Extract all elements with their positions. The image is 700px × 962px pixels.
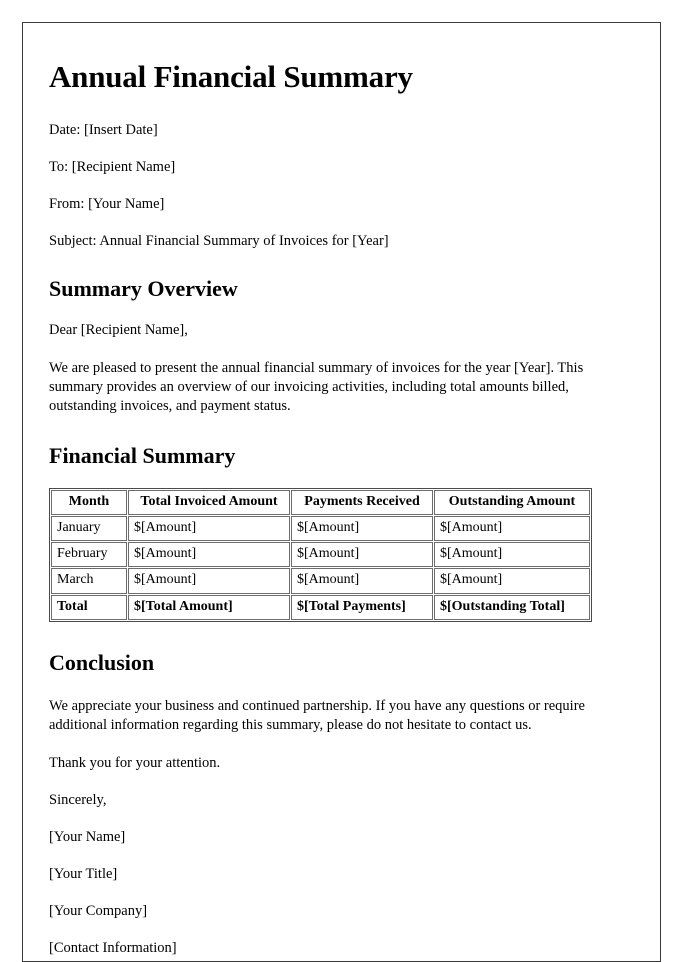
cell-month: January [51,516,127,542]
cell-total-outstanding: $[Outstanding Total] [434,594,590,620]
summary-overview-paragraph: We are pleased to present the annual fin… [49,359,584,415]
cell-month: February [51,542,127,568]
table-row: January $[Amount] $[Amount] $[Amount] [51,516,590,542]
signature-name: [Your Name] [49,829,126,846]
table-body: January $[Amount] $[Amount] $[Amount] Fe… [51,516,590,620]
column-header-outstanding: Outstanding Amount [434,489,590,516]
cell-payments: $[Amount] [291,542,433,568]
meta-subject: Subject: Annual Financial Summary of Inv… [49,233,389,250]
table-row: February $[Amount] $[Amount] $[Amount] [51,542,590,568]
heading-financial-summary: Financial Summary [49,442,236,468]
cell-month: March [51,568,127,594]
cell-outstanding: $[Amount] [434,516,590,542]
cell-invoiced: $[Amount] [128,516,290,542]
table-header: Month Total Invoiced Amount Payments Rec… [51,489,590,516]
heading-summary-overview: Summary Overview [49,276,238,302]
signature-title: [Your Title] [49,866,118,883]
financial-table-container: Month Total Invoiced Amount Payments Rec… [49,487,634,622]
column-header-month: Month [51,489,127,516]
column-header-total-invoiced: Total Invoiced Amount [128,489,290,516]
cell-payments: $[Amount] [291,568,433,594]
meta-date: Date: [Insert Date] [49,121,158,138]
table-total-row: Total $[Total Amount] $[Total Payments] … [51,594,590,620]
cell-outstanding: $[Amount] [434,568,590,594]
signature-contact: [Contact Information] [49,940,177,957]
cell-total-label: Total [51,594,127,620]
table-row: March $[Amount] $[Amount] $[Amount] [51,568,590,594]
meta-to: To: [Recipient Name] [49,158,176,175]
thank-you-line: Thank you for your attention. [49,754,221,771]
meta-from: From: [Your Name] [49,195,165,212]
cell-total-payments: $[Total Payments] [291,594,433,620]
cell-outstanding: $[Amount] [434,542,590,568]
cell-invoiced: $[Amount] [128,542,290,568]
conclusion-paragraph: We appreciate your business and continue… [49,698,585,734]
financial-summary-table: Month Total Invoiced Amount Payments Rec… [49,487,592,622]
cell-total-invoiced: $[Total Amount] [128,594,290,620]
document-page: Annual Financial Summary Date: [Insert D… [22,22,661,962]
cell-payments: $[Amount] [291,516,433,542]
signature-company: [Your Company] [49,903,148,920]
cell-invoiced: $[Amount] [128,568,290,594]
column-header-payments-received: Payments Received [291,489,433,516]
page-title: Annual Financial Summary [49,59,413,94]
signature-sincerely: Sincerely, [49,791,107,808]
salutation: Dear [Recipient Name], [49,322,188,339]
heading-conclusion: Conclusion [49,649,155,675]
document-body: Annual Financial Summary Date: [Insert D… [23,23,660,958]
table-header-row: Month Total Invoiced Amount Payments Rec… [51,489,590,516]
